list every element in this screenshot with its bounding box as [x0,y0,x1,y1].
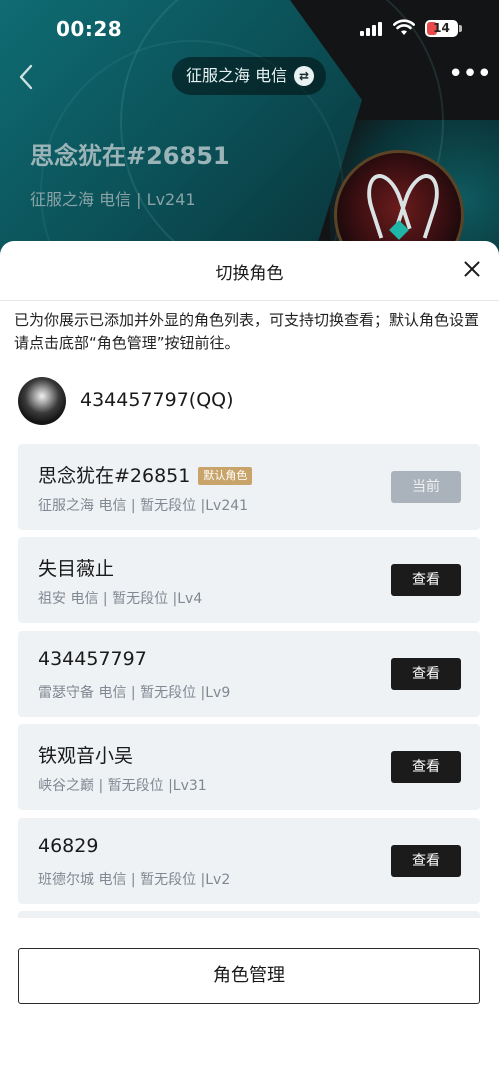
role-card[interactable]: 思念犹在#26851 默认角色 征服之海 电信 | 暂无段位 |Lv241 当前 [18,444,480,530]
avatar [18,377,66,425]
current-button[interactable]: 当前 [391,471,461,503]
hero-role-subtitle: 征服之海 电信 | Lv241 [30,190,196,209]
view-button[interactable]: 查看 [391,845,461,877]
role-name: 铁观音小吴 [38,745,134,767]
role-card-partial[interactable] [18,911,480,918]
role-meta: 征服之海 电信 | 暂无段位 |Lv241 [38,498,249,514]
role-list[interactable]: 思念犹在#26851 默认角色 征服之海 电信 | 暂无段位 |Lv241 当前 … [18,444,480,918]
role-card[interactable]: 失目薇止 祖安 电信 | 暂无段位 |Lv4 查看 [18,537,480,623]
hero-role-name: 思念犹在#26851 [30,142,230,170]
role-meta: 峡谷之巅 | 暂无段位 |Lv31 [38,778,207,794]
sheet-title: 切换角色 [215,264,284,284]
role-card[interactable]: 46829 班德尔城 电信 | 暂无段位 |Lv2 查看 [18,818,480,904]
role-management-button[interactable]: 角色管理 [18,948,480,1004]
sheet-description: 已为你展示已添加并外显的角色列表，可支持切换查看；默认角色设置请点击底部“角色管… [14,311,480,352]
role-name: 思念犹在#26851 [38,465,191,487]
role-name: 失目薇止 [38,558,115,580]
switch-role-sheet: 切换角色 已为你展示已添加并外显的角色列表，可支持切换查看；默认角色设置请点击底… [0,241,499,1080]
account-id: 434457797(QQ) [80,389,234,411]
status-time: 00:28 [56,17,123,41]
more-options-icon[interactable]: ••• [448,61,492,92]
wifi-icon [393,19,415,35]
close-icon[interactable] [458,255,486,283]
status-bar: 00:28 14 [0,0,499,58]
role-meta: 雷瑟守备 电信 | 暂无段位 |Lv9 [38,685,231,701]
server-switch-pill[interactable]: 征服之海 电信 ⇄ [172,57,326,95]
role-meta: 班德尔城 电信 | 暂无段位 |Lv2 [38,872,231,888]
battery-icon: 14 [425,20,458,37]
view-button[interactable]: 查看 [391,564,461,596]
view-button[interactable]: 查看 [391,751,461,783]
back-arrow-icon[interactable] [16,62,40,92]
server-pill-label: 征服之海 电信 [186,66,288,85]
role-card[interactable]: 434457797 雷瑟守备 电信 | 暂无段位 |Lv9 查看 [18,631,480,717]
swap-icon: ⇄ [294,66,314,86]
default-role-badge: 默认角色 [198,467,253,485]
role-card[interactable]: 铁观音小吴 峡谷之巅 | 暂无段位 |Lv31 查看 [18,724,480,810]
account-row: 434457797(QQ) [18,377,488,427]
role-meta: 祖安 电信 | 暂无段位 |Lv4 [38,591,203,607]
view-button[interactable]: 查看 [391,658,461,690]
divider [0,300,499,301]
cellular-signal-icon [360,22,384,36]
role-name: 434457797 [38,648,147,670]
battery-level: 14 [433,21,450,35]
role-name: 46829 [38,835,99,857]
